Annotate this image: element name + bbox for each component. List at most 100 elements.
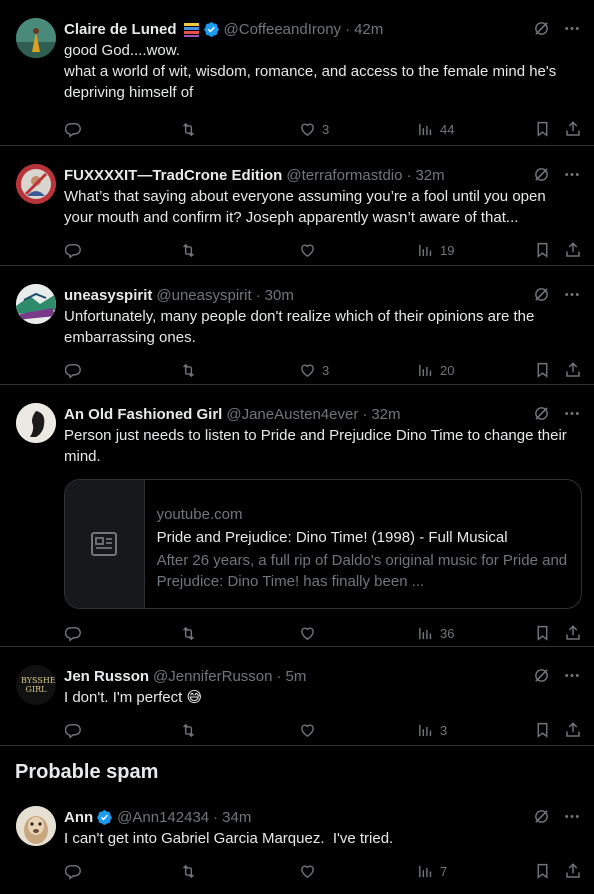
tweet[interactable]: An Old Fashioned Girl @JaneAusten4ever ·… <box>0 385 594 647</box>
bookmark-icon <box>537 863 548 879</box>
tweet[interactable]: Ann @Ann142434 · 34m I can't get into Ga… <box>0 794 594 894</box>
bookmark-button[interactable] <box>534 721 551 739</box>
author-handle[interactable]: @JenniferRusson <box>153 668 272 685</box>
views-button[interactable]: 20 <box>417 362 454 379</box>
bookmark-button[interactable] <box>534 120 551 138</box>
share-icon <box>566 863 580 878</box>
repost-button[interactable] <box>179 242 198 259</box>
reply-button[interactable] <box>65 625 82 642</box>
avatar[interactable] <box>16 164 56 204</box>
separator-dot: · <box>213 808 219 826</box>
grok-icon[interactable] <box>533 286 550 303</box>
views-button[interactable]: 7 <box>417 863 447 880</box>
share-button[interactable] <box>564 241 582 259</box>
author-name[interactable]: Jen Russon <box>64 668 149 685</box>
more-options-icon[interactable] <box>564 20 580 37</box>
timestamp[interactable]: 42m <box>354 21 383 38</box>
views-button[interactable]: 36 <box>417 625 454 642</box>
timestamp[interactable]: 30m <box>265 287 294 304</box>
reply-button[interactable] <box>65 863 82 880</box>
tweet[interactable]: Claire de Luned @CoffeeandIrony · 42m go… <box>0 0 594 146</box>
views-chart-icon <box>419 724 432 736</box>
repost-button[interactable] <box>179 121 198 138</box>
link-card[interactable]: youtube.com Pride and Prejudice: Dino Ti… <box>64 479 582 609</box>
bookmark-icon <box>537 625 548 641</box>
reply-button[interactable] <box>65 242 82 259</box>
more-options-icon[interactable] <box>564 808 580 825</box>
more-options-icon[interactable] <box>564 286 580 303</box>
more-options-icon[interactable] <box>564 166 580 183</box>
author-handle[interactable]: @Ann142434 <box>117 809 209 826</box>
timestamp[interactable]: 5m <box>285 668 306 685</box>
share-button[interactable] <box>564 120 582 138</box>
timestamp[interactable]: 34m <box>222 809 251 826</box>
author-handle[interactable]: @JaneAusten4ever <box>226 406 358 423</box>
article-placeholder-icon <box>91 532 118 556</box>
author-handle[interactable]: @terraformastdio <box>286 167 402 184</box>
share-button[interactable] <box>564 624 582 642</box>
share-button[interactable] <box>564 862 582 880</box>
heart-icon <box>301 364 314 377</box>
views-chart-icon <box>419 627 432 639</box>
like-count: 3 <box>322 121 330 137</box>
views-button[interactable]: 19 <box>417 242 454 259</box>
avatar[interactable] <box>16 284 56 324</box>
grok-icon[interactable] <box>533 667 550 684</box>
tweet[interactable]: BYSSHE GIRL Jen Russon @JenniferRusson ·… <box>0 647 594 746</box>
author-handle[interactable]: @CoffeeandIrony <box>224 21 342 38</box>
share-button[interactable] <box>564 721 582 739</box>
avatar[interactable] <box>16 18 56 58</box>
bookmark-button[interactable] <box>534 361 551 379</box>
link-card-thumbnail <box>65 480 145 608</box>
like-button[interactable] <box>299 625 322 642</box>
bookmark-button[interactable] <box>534 624 551 642</box>
bookmark-button[interactable] <box>534 862 551 880</box>
link-card-domain: youtube.com <box>156 506 243 523</box>
view-count: 3 <box>440 722 448 738</box>
author-name[interactable]: Ann <box>64 809 93 826</box>
share-icon <box>566 625 580 640</box>
more-options-icon[interactable] <box>564 667 580 684</box>
avatar[interactable] <box>16 403 56 443</box>
views-button[interactable]: 3 <box>417 722 447 739</box>
tweet[interactable]: uneasyspirit @uneasyspirit · 30m Unfortu… <box>0 266 594 385</box>
reply-icon <box>65 723 81 739</box>
timestamp[interactable]: 32m <box>371 406 400 423</box>
avatar-text: BYSSHE GIRL <box>21 676 56 694</box>
reply-button[interactable] <box>65 362 82 379</box>
views-chart-icon <box>419 244 432 256</box>
grok-icon[interactable] <box>533 20 550 37</box>
tweet-text: Unfortunately, many people don't realize… <box>64 308 535 346</box>
author-name[interactable]: Claire de Luned <box>64 21 177 38</box>
tweet-text: Person just needs to listen to Pride and… <box>64 427 567 465</box>
author-name[interactable]: uneasyspirit <box>64 287 152 304</box>
tweet[interactable]: FUXXXXIT—TradCrone Edition @terraformast… <box>0 146 594 266</box>
views-chart-icon <box>419 364 432 376</box>
author-name[interactable]: An Old Fashioned Girl <box>64 406 222 423</box>
bookmark-button[interactable] <box>534 241 551 259</box>
share-button[interactable] <box>564 361 582 379</box>
views-button[interactable]: 44 <box>417 121 454 138</box>
reply-button[interactable] <box>65 722 82 739</box>
like-button[interactable] <box>299 863 322 880</box>
reply-button[interactable] <box>65 121 82 138</box>
author-handle[interactable]: @uneasyspirit <box>156 287 251 304</box>
repost-button[interactable] <box>179 625 198 642</box>
like-button[interactable] <box>299 722 322 739</box>
grok-icon[interactable] <box>533 405 550 422</box>
like-button[interactable]: 3 <box>299 121 329 138</box>
timestamp[interactable]: 32m <box>415 167 444 184</box>
grok-icon[interactable] <box>533 808 550 825</box>
more-options-icon[interactable] <box>564 405 580 422</box>
grok-icon[interactable] <box>533 166 550 183</box>
repost-button[interactable] <box>179 722 198 739</box>
like-button[interactable] <box>299 242 322 259</box>
author-name[interactable]: FUXXXXIT—TradCrone Edition <box>64 167 282 184</box>
view-count: 20 <box>440 362 455 378</box>
repost-button[interactable] <box>179 362 198 379</box>
tweet-text: good God....wow. what a world of wit, wi… <box>64 42 557 101</box>
avatar[interactable] <box>16 806 56 846</box>
like-button[interactable]: 3 <box>299 362 329 379</box>
repost-button[interactable] <box>179 863 198 880</box>
avatar[interactable]: BYSSHE GIRL <box>16 665 56 705</box>
